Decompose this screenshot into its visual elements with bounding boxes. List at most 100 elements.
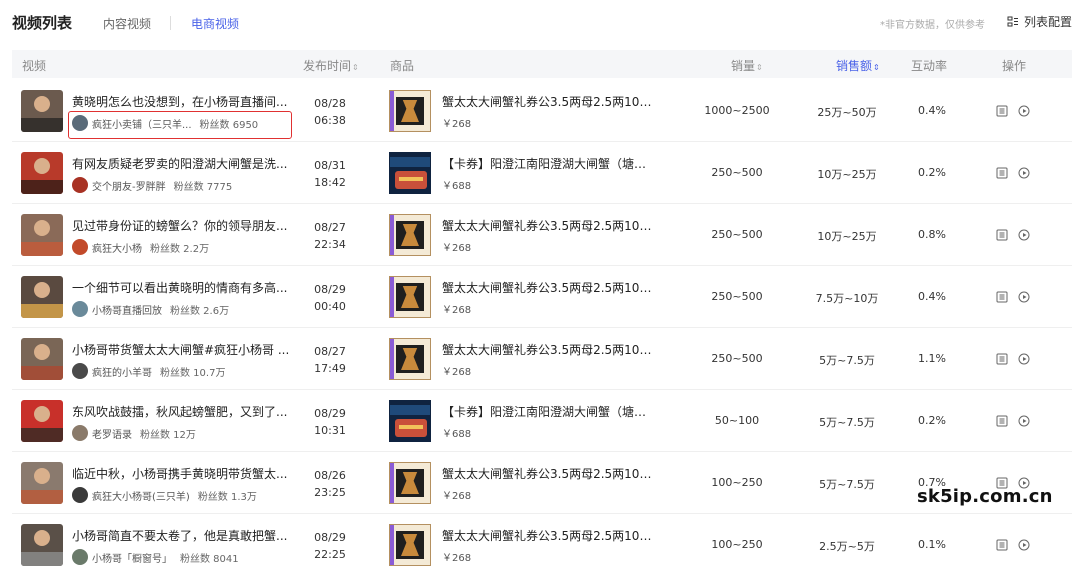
avatar[interactable] xyxy=(72,301,88,317)
detail-icon[interactable] xyxy=(996,353,1008,365)
play-icon[interactable] xyxy=(1018,229,1030,241)
video-thumbnail[interactable] xyxy=(21,524,63,566)
video-thumbnail[interactable] xyxy=(21,90,63,132)
product-image[interactable] xyxy=(389,462,431,504)
author-info: 疯狂大小杨哥(三只羊) 粉丝数 1.3万 xyxy=(72,486,292,504)
col-publish-time[interactable]: 发布时间⇕ xyxy=(303,57,359,74)
product-name[interactable]: 蟹太太大闸蟹礼券公3.5两母2.5两10只... xyxy=(442,279,657,296)
video-title[interactable]: 一个细节可以看出黄晓明的情商有多高... xyxy=(72,279,294,296)
sort-icon: ⇕ xyxy=(756,63,763,72)
play-icon[interactable] xyxy=(1018,167,1030,179)
video-thumbnail[interactable] xyxy=(21,276,63,318)
sales-volume: 50~100 xyxy=(714,414,760,427)
publish-clock: 00:40 xyxy=(314,300,346,313)
author-name[interactable]: 疯狂的小羊哥 xyxy=(92,364,152,379)
author-name[interactable]: 老罗语录 xyxy=(92,426,132,441)
thumbnail-face xyxy=(34,344,50,360)
col-video: 视频 xyxy=(22,59,47,73)
video-title[interactable]: 有网友质疑老罗卖的阳澄湖大闸蟹是洗... xyxy=(72,155,294,172)
publish-date: 08/27 xyxy=(314,345,346,358)
product-name[interactable]: 蟹太太大闸蟹礼券公3.5两母2.5两10只... xyxy=(442,527,657,544)
publish-clock: 22:25 xyxy=(314,548,346,561)
col-sales-amount[interactable]: 销售额⇕ xyxy=(836,57,880,74)
video-title[interactable]: 东风吹战鼓擂，秋风起螃蟹肥，又到了... xyxy=(72,403,294,420)
product-name[interactable]: 【卡券】阳澄江南阳澄湖大闸蟹（塘养... xyxy=(442,155,657,172)
product-name[interactable]: 蟹太太大闸蟹礼券公3.5两母2.5两10只... xyxy=(442,217,657,234)
col-interaction-rate: 互动率 xyxy=(911,59,948,73)
play-icon[interactable] xyxy=(1018,415,1030,427)
product-image[interactable] xyxy=(389,338,431,380)
thumbnail-banner xyxy=(21,428,63,442)
detail-icon[interactable] xyxy=(996,105,1008,117)
detail-icon[interactable] xyxy=(996,291,1008,303)
product-image[interactable] xyxy=(389,524,431,566)
video-title[interactable]: 小杨哥带货蟹太太大闸蟹#疯狂小杨哥 ... xyxy=(72,341,294,358)
play-icon[interactable] xyxy=(1018,105,1030,117)
video-title[interactable]: 见过带身份证的螃蟹么？你的领导朋友... xyxy=(72,217,294,234)
avatar[interactable] xyxy=(72,363,88,379)
publish-date: 08/26 xyxy=(314,469,346,482)
avatar[interactable] xyxy=(72,425,88,441)
thumbnail-banner xyxy=(21,552,63,566)
col-sales-volume[interactable]: 销量⇕ xyxy=(731,57,763,74)
detail-icon[interactable] xyxy=(996,415,1008,427)
author-name[interactable]: 小杨哥「橱窗号」 xyxy=(92,550,172,565)
product-image[interactable] xyxy=(389,276,431,318)
publish-clock: 06:38 xyxy=(314,114,346,127)
detail-icon[interactable] xyxy=(996,229,1008,241)
table-row: 东风吹战鼓擂，秋风起螃蟹肥，又到了... 老罗语录 粉丝数 12万 08/29 10:3… xyxy=(12,390,1072,452)
sales-volume: 100~250 xyxy=(711,476,763,489)
detail-icon[interactable] xyxy=(996,167,1008,179)
tab-ecommerce-video[interactable]: 电商视频 xyxy=(191,15,239,32)
sort-icon: ⇕ xyxy=(352,63,359,72)
publish-time: 08/29 22:25 xyxy=(300,529,360,563)
product-image[interactable] xyxy=(389,400,431,442)
col-product: 商品 xyxy=(390,59,415,73)
video-title[interactable]: 黄晓明怎么也没想到，在小杨哥直播间... xyxy=(72,93,294,110)
table-row: 见过带身份证的螃蟹么？你的领导朋友... 疯狂大小杨 粉丝数 2.2万 08/27 22… xyxy=(12,204,1072,266)
sales-amount: 7.5万~10万 xyxy=(815,292,879,305)
video-thumbnail[interactable] xyxy=(21,214,63,256)
thumbnail-banner xyxy=(21,242,63,256)
video-thumbnail[interactable] xyxy=(21,152,63,194)
avatar[interactable] xyxy=(72,549,88,565)
product-image[interactable] xyxy=(389,214,431,256)
product-name[interactable]: 蟹太太大闸蟹礼券公3.5两母2.5两10只... xyxy=(442,341,657,358)
col-publish-time-label: 发布时间 xyxy=(303,59,352,73)
table-row: 临近中秋，小杨哥携手黄晓明带货蟹太... 疯狂大小杨哥(三只羊) 粉丝数 1.3万 0… xyxy=(12,452,1072,514)
author-name[interactable]: 小杨哥直播回放 xyxy=(92,302,162,317)
play-icon[interactable] xyxy=(1018,291,1030,303)
avatar[interactable] xyxy=(72,487,88,503)
avatar[interactable] xyxy=(72,239,88,255)
product-image[interactable] xyxy=(389,90,431,132)
publish-time: 08/27 22:34 xyxy=(300,219,360,253)
detail-icon[interactable] xyxy=(996,539,1008,551)
author-name[interactable]: 疯狂大小杨 xyxy=(92,240,142,255)
publish-date: 08/28 xyxy=(314,97,346,110)
publish-time: 08/31 18:42 xyxy=(300,157,360,191)
author-name[interactable]: 交个朋友-罗胖胖 xyxy=(92,178,166,193)
video-thumbnail[interactable] xyxy=(21,338,63,380)
interaction-rate: 1.1% xyxy=(918,352,946,365)
product-name[interactable]: 【卡券】阳澄江南阳澄湖大闸蟹（塘养... xyxy=(442,403,657,420)
video-title[interactable]: 临近中秋，小杨哥携手黄晓明带货蟹太... xyxy=(72,465,294,482)
tab-content-video[interactable]: 内容视频 xyxy=(103,15,151,32)
thumbnail-face xyxy=(34,406,50,422)
product-image-part xyxy=(390,277,394,317)
product-name[interactable]: 蟹太太大闸蟹礼券公3.5两母2.5两10只... xyxy=(442,93,657,110)
product-name[interactable]: 蟹太太大闸蟹礼券公3.5两母2.5两10只... xyxy=(442,465,657,482)
video-thumbnail[interactable] xyxy=(21,400,63,442)
video-thumbnail[interactable] xyxy=(21,462,63,504)
author-name[interactable]: 疯狂大小杨哥(三只羊) xyxy=(92,488,190,503)
play-icon[interactable] xyxy=(1018,539,1030,551)
product-price: ￥268 xyxy=(442,119,472,130)
video-title[interactable]: 小杨哥简直不要太卷了，他是真敢把蟹... xyxy=(72,527,294,544)
data-disclaimer: *非官方数据，仅供参考 xyxy=(880,20,985,31)
table-row: 小杨哥带货蟹太太大闸蟹#疯狂小杨哥 ... 疯狂的小羊哥 粉丝数 10.7万 08/2… xyxy=(12,328,1072,390)
column-config-button[interactable]: 列表配置 xyxy=(1007,13,1072,30)
product-image-part xyxy=(390,339,394,379)
product-image[interactable] xyxy=(389,152,431,194)
follower-count: 粉丝数 10.7万 xyxy=(160,367,226,379)
avatar[interactable] xyxy=(72,177,88,193)
play-icon[interactable] xyxy=(1018,353,1030,365)
